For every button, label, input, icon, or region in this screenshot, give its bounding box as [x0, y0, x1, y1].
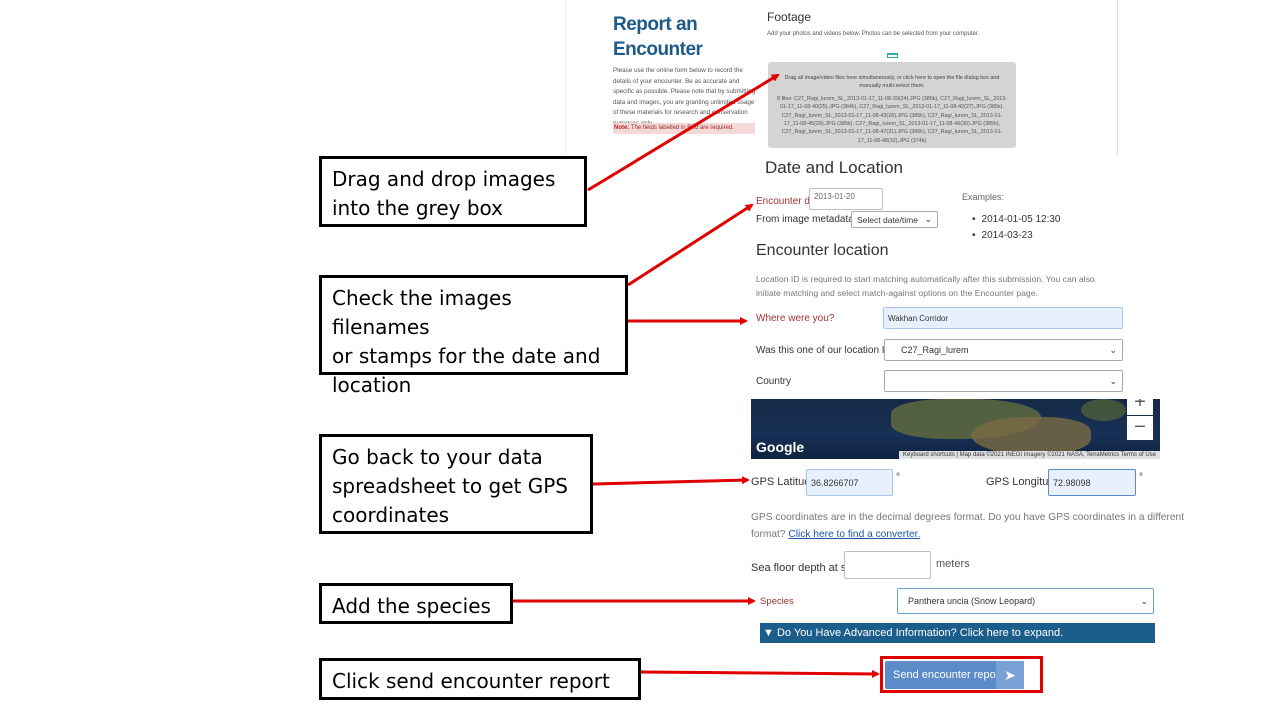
examples-label: Examples:: [962, 192, 1005, 202]
example-item: 2014-01-05 12:30: [972, 212, 1061, 228]
send-encounter-report-button[interactable]: Send encounter report ➤: [885, 661, 1024, 689]
location-id-value: C27_Ragi_lurem: [901, 345, 969, 355]
location-id-label: Was this one of our location IDs?: [756, 345, 903, 356]
gps-latitude-field[interactable]: 36.8266707: [806, 469, 893, 496]
exif-select[interactable]: Select date/time ⌄: [851, 211, 938, 228]
note-text: The fields labelled in Red are required.: [630, 125, 734, 131]
callout-drag-images: Drag and drop images into the grey box: [319, 156, 587, 227]
where-label: Where were you?: [756, 313, 835, 324]
footage-title: Footage: [767, 10, 812, 24]
degree-symbol: °: [1139, 472, 1143, 483]
chevron-down-icon: ⌄: [1109, 345, 1117, 355]
species-value: Panthera uncia (Snow Leopard): [908, 596, 1036, 606]
note-label: Note:: [614, 125, 630, 131]
zoom-out-button[interactable]: −: [1127, 416, 1153, 440]
country-label: Country: [756, 376, 792, 387]
arrow-to-send-button: [640, 669, 880, 678]
callout-species: Add the species: [319, 583, 513, 624]
gps-help: GPS coordinates are in the decimal degre…: [751, 509, 1201, 543]
encounter-location-heading: Encounter location: [756, 242, 889, 259]
gps-longitude-field[interactable]: 72.98098: [1048, 469, 1136, 496]
country-select[interactable]: ⌄: [884, 370, 1123, 392]
encounter-date-field[interactable]: 2013-01-20: [809, 188, 883, 210]
depth-unit: meters: [936, 558, 970, 570]
chevron-down-icon: ⌄: [924, 214, 932, 224]
selected-files: 8 files: C27_Ragi_lurem_SL_2013-01-17_11…: [776, 95, 1008, 144]
send-button-label: Send encounter report: [893, 669, 1003, 681]
arrow-to-gps: [592, 476, 750, 486]
google-logo: Google: [756, 439, 805, 455]
exif-select-value: Select date/time: [857, 215, 918, 225]
callout-send: Click send encounter report: [319, 658, 641, 700]
zoom-in-button[interactable]: +: [1127, 399, 1153, 415]
page-title: Report an Encounter: [613, 14, 703, 60]
send-arrow-icon: ➤: [996, 661, 1024, 689]
required-note: Note: The fields labelled in Red are req…: [613, 123, 755, 134]
date-location-heading: Date and Location: [765, 158, 903, 177]
degree-symbol: °: [896, 472, 900, 483]
depth-field[interactable]: [844, 551, 931, 579]
where-field[interactable]: Wakhan Corridor: [883, 307, 1123, 329]
species-label: Species: [760, 596, 794, 607]
map-landmass: [1081, 399, 1126, 421]
advanced-info-toggle[interactable]: ▼ Do You Have Advanced Information? Clic…: [760, 623, 1155, 643]
location-id-select[interactable]: C27_Ragi_lurem ⌄: [884, 339, 1123, 361]
file-drop-zone[interactable]: Drag all image/video files here simultan…: [768, 62, 1016, 148]
callout-gps: Go back to your data spreadsheet to get …: [319, 434, 593, 534]
species-select[interactable]: Panthera uncia (Snow Leopard) ⌄: [897, 588, 1154, 614]
chevron-down-icon: ⌄: [1140, 596, 1148, 606]
map-attribution[interactable]: Keyboard shortcuts | Map data ©2021 INEG…: [899, 451, 1160, 459]
depth-label: Sea floor depth at site: [751, 562, 859, 574]
drop-instructions: Drag all image/video files here simultan…: [784, 75, 1000, 90]
intro-text: Please use the online form below to reco…: [613, 67, 756, 127]
examples-list: 2014-01-05 12:30 2014-03-23: [972, 212, 1061, 244]
example-item: 2014-03-23: [972, 228, 1060, 244]
upload-icon: [887, 53, 898, 58]
location-help: Location ID is required to start matchin…: [756, 274, 1095, 298]
chevron-down-icon: ⌄: [1109, 376, 1117, 386]
footage-subtitle: Add your photos and videos below. Photos…: [767, 31, 980, 37]
callout-check-filenames: Check the images filenames or stamps for…: [319, 275, 628, 397]
converter-link[interactable]: Click here to find a converter.: [788, 529, 920, 540]
location-map[interactable]: Google Keyboard shortcuts | Map data ©20…: [751, 399, 1160, 459]
map-landmass: [971, 417, 1091, 455]
arrow-to-encounter-date: [627, 203, 754, 287]
